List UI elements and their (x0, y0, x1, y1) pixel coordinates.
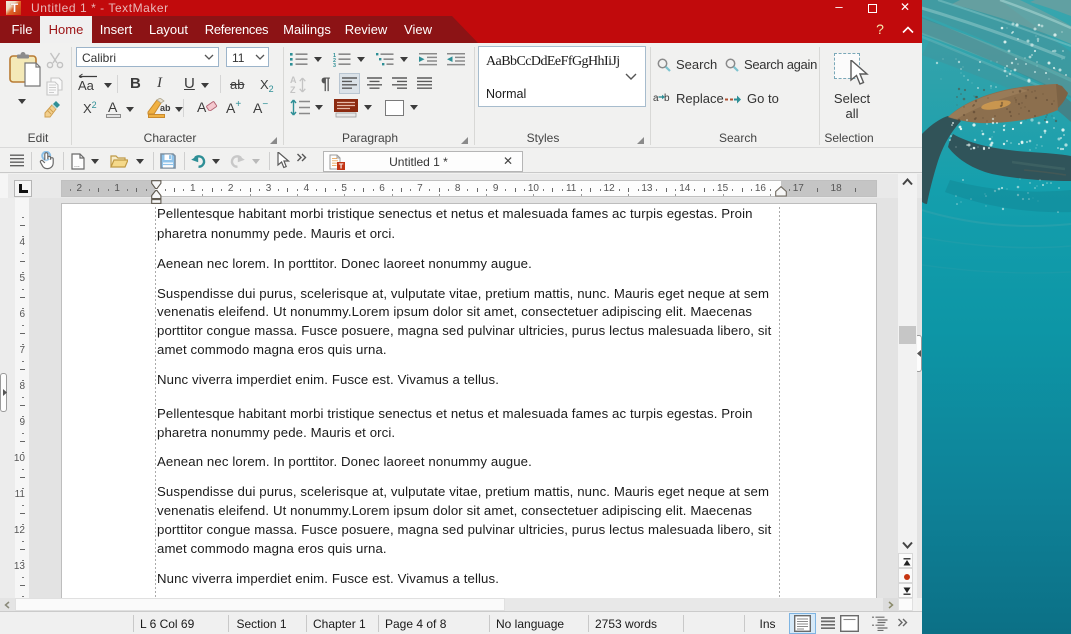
svg-text:Z: Z (290, 85, 296, 95)
svg-text:3: 3 (333, 63, 336, 67)
svg-text:a: a (653, 93, 659, 103)
svg-text:A: A (290, 75, 297, 85)
svg-text:b: b (664, 93, 670, 103)
svg-text:...: ... (74, 162, 80, 169)
svg-text:ab: ab (160, 103, 171, 113)
